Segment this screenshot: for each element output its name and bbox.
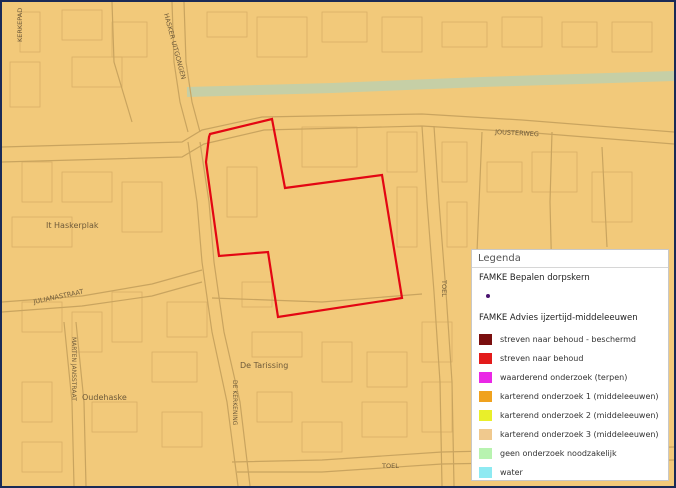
legend-swatch — [479, 410, 492, 421]
legend-panel: Legenda FAMKE Bepalen dorpskern FAMKE Ad… — [471, 249, 669, 481]
legend-title: Legenda — [478, 253, 521, 264]
legend-item-label: streven naar behoud - beschermd — [500, 335, 636, 344]
legend-layer-advies: FAMKE Advies ijzertijd-middeleeuwen — [479, 313, 638, 323]
legend-swatch — [479, 372, 492, 383]
label-it-haskerplak: It Haskerplak — [46, 221, 99, 230]
legend-item-label: karterend onderzoek 1 (middeleeuwen) — [500, 392, 659, 401]
legend-swatch — [479, 448, 492, 459]
street-labels: KERKEPAD HASKER UITGONGEN JOUSTERWEG It … — [16, 8, 539, 470]
label-oudehaske: Oudehaske — [82, 393, 127, 402]
legend-layer-dorpskern: FAMKE Bepalen dorpskern — [479, 273, 590, 283]
legend-item-label: geen onderzoek noodzakelijk — [500, 449, 617, 458]
label-toel-south: TOEL — [381, 462, 399, 470]
legend-item-label: karterend onderzoek 2 (middeleeuwen) — [500, 411, 659, 420]
legend-swatch — [479, 429, 492, 440]
legend-item-label: water — [500, 468, 523, 477]
legend-swatch — [479, 353, 492, 364]
legend-item-label: streven naar behoud — [500, 354, 584, 363]
legend-item-label: karterend onderzoek 3 (middeleeuwen) — [500, 430, 659, 439]
map-frame: KERKEPAD HASKER UITGONGEN JOUSTERWEG It … — [0, 0, 676, 488]
legend-swatch — [479, 391, 492, 402]
legend-swatch — [479, 467, 492, 478]
label-jousterweg: JOUSTERWEG — [494, 128, 539, 138]
label-de-kerkening: DE KERKENING — [231, 380, 238, 426]
label-de-tarissing: De Tarissing — [240, 361, 288, 370]
study-area-boundary[interactable] — [204, 117, 404, 319]
label-kerkepad: KERKEPAD — [16, 8, 24, 42]
label-toel-east: TOEL — [440, 279, 448, 297]
dorpskern-point-icon — [486, 294, 490, 298]
label-julianastraat: JULIANASTRAAT — [32, 288, 84, 307]
legend-divider — [472, 267, 668, 268]
canal — [186, 71, 674, 97]
legend-swatch — [479, 334, 492, 345]
legend-item-label: waarderend onderzoek (terpen) — [500, 373, 628, 382]
label-marten: MARTEN JANSSTRAAT — [70, 337, 77, 401]
